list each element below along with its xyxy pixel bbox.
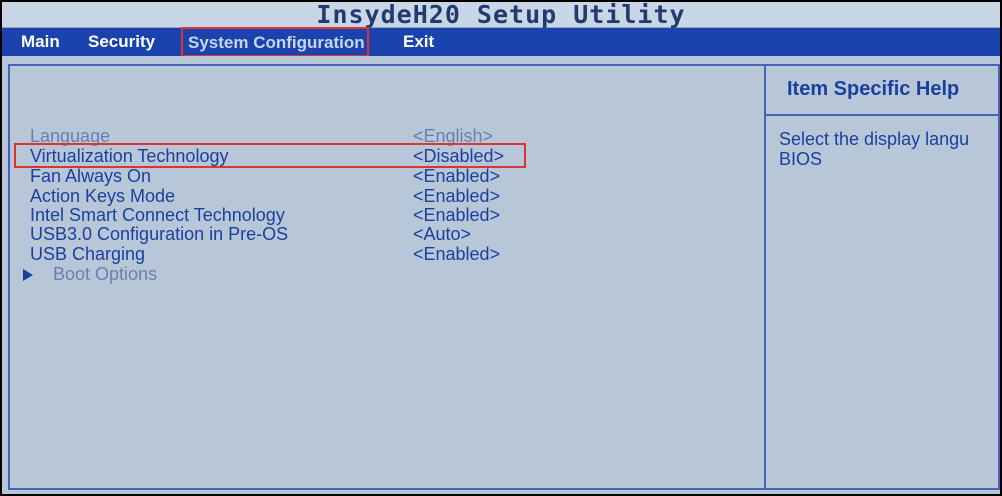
- help-panel-title: Item Specific Help: [787, 78, 960, 100]
- submenu-boot-options[interactable]: Boot Options: [23, 264, 157, 284]
- bios-screen: InsydeH20 Setup Utility Main Security Sy…: [0, 0, 1002, 496]
- help-text-line: Select the display langu: [779, 129, 970, 149]
- title-bar: InsydeH20 Setup Utility: [0, 0, 1002, 28]
- setting-row-intel-smart-connect[interactable]: Intel Smart Connect Technology <Enabled>: [30, 205, 520, 225]
- help-panel-text: Select the display langu BIOS: [779, 129, 1000, 169]
- app-title: InsydeH20 Setup Utility: [316, 0, 686, 29]
- help-text-line: BIOS: [779, 149, 823, 169]
- setting-label: USB Charging: [30, 244, 146, 264]
- menu-bar: Main Security System Configuration Exit: [0, 27, 1002, 57]
- setting-value-action-keys-mode[interactable]: <Enabled>: [413, 186, 500, 206]
- help-title-separator: [766, 114, 1000, 116]
- setting-label: Intel Smart Connect Technology: [30, 205, 285, 225]
- content-area: Item Specific Help Select the display la…: [0, 56, 1002, 496]
- setting-value-usb3-configuration[interactable]: <Auto>: [413, 224, 471, 244]
- setting-row-usb3-configuration[interactable]: USB3.0 Configuration in Pre-OS <Auto>: [30, 224, 520, 244]
- setting-row-action-keys-mode[interactable]: Action Keys Mode <Enabled>: [30, 186, 520, 206]
- triangle-right-icon: [23, 269, 33, 281]
- setting-label: Action Keys Mode: [30, 186, 176, 206]
- menu-tab-exit[interactable]: Exit: [403, 28, 434, 56]
- setting-label: Fan Always On: [30, 166, 152, 186]
- setting-value-usb-charging[interactable]: <Enabled>: [413, 244, 500, 264]
- setting-row-fan-always-on[interactable]: Fan Always On <Enabled>: [30, 166, 520, 186]
- setting-value-fan-always-on[interactable]: <Enabled>: [413, 166, 500, 186]
- highlight-box-virtualization: [14, 143, 526, 168]
- setting-label: USB3.0 Configuration in Pre-OS: [30, 224, 289, 244]
- setting-value-intel-smart-connect[interactable]: <Enabled>: [413, 205, 500, 225]
- menu-tab-system-configuration[interactable]: System Configuration: [181, 27, 369, 57]
- help-panel-divider: [764, 64, 766, 490]
- menu-tab-security[interactable]: Security: [88, 28, 155, 56]
- submenu-label: Boot Options: [53, 264, 158, 284]
- setting-row-usb-charging[interactable]: USB Charging <Enabled>: [30, 244, 520, 264]
- menu-tab-main[interactable]: Main: [21, 28, 60, 56]
